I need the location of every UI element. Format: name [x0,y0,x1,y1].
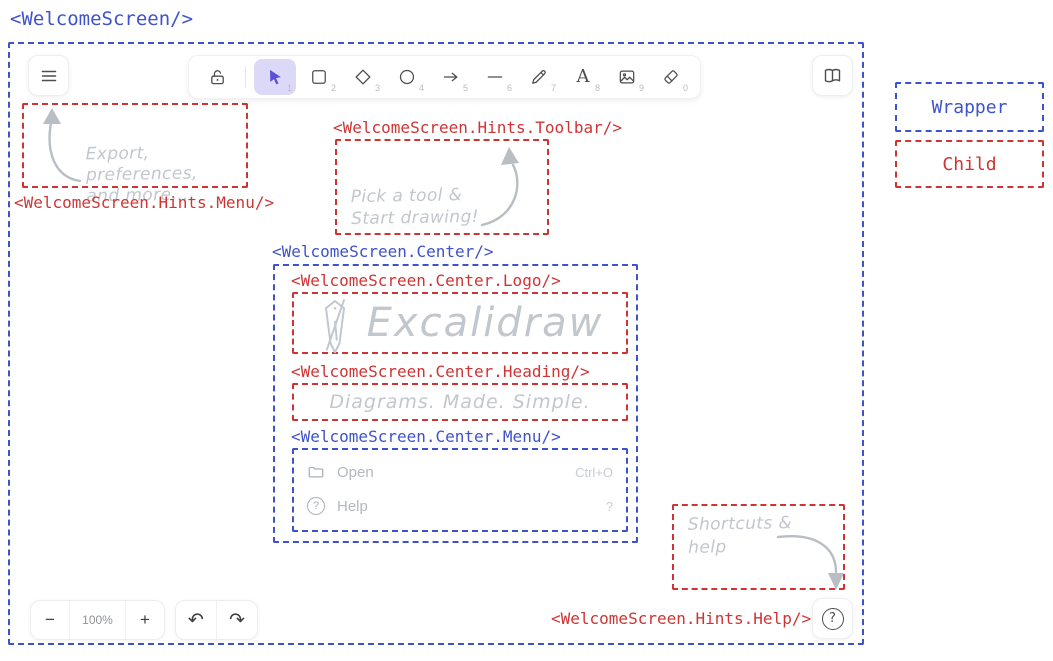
tool-number: 6 [507,83,512,93]
question-circle-icon: ? [822,608,844,630]
history-controls: ↶ ↷ [175,600,258,640]
text-tool-button[interactable]: A 8 [562,59,604,95]
hamburger-icon [39,66,59,86]
tool-number: 7 [551,83,556,93]
folder-icon [307,463,325,481]
center-wrapper-frame: <WelcomeScreen.Center.Logo/> Excalidraw … [273,264,638,543]
center-menu-item-open[interactable]: Open Ctrl+O [294,459,626,485]
tool-number: 8 [595,83,600,93]
undo-button[interactable]: ↶ [176,601,216,639]
hint-help-box: Shortcuts & help [672,504,845,590]
hint-menu-box: Export, preferences, and more... [22,103,248,188]
menu-item-label: Open [337,464,374,481]
center-logo-label: <WelcomeScreen.Center.Logo/> [291,271,561,290]
selection-cursor-icon [265,67,285,87]
toolbar: 1 2 3 4 5 [188,55,701,99]
lock-tool-button[interactable] [197,59,237,95]
page-title: <WelcomeScreen/> [10,8,193,30]
tool-number: 1 [287,83,292,93]
center-heading-text: Diagrams. Made. Simple. [329,391,590,413]
legend-child-text: Child [942,154,996,175]
hint-help-label: <WelcomeScreen.Hints.Help/> [551,609,811,628]
redo-icon: ↷ [229,609,245,632]
toolbar-divider [245,66,246,88]
center-heading-box: Diagrams. Made. Simple. [292,383,628,421]
zoom-in-button[interactable]: + [126,601,164,639]
center-menu-label: <WelcomeScreen.Center.Menu/> [291,427,561,446]
redo-button[interactable]: ↷ [217,601,257,639]
selection-tool-button[interactable]: 1 [254,59,296,95]
ellipse-icon [397,67,417,87]
tool-number: 3 [375,83,380,93]
tool-number: 2 [331,83,336,93]
center-menu-item-help[interactable]: ? Help ? [294,493,626,519]
tool-number: 4 [419,83,424,93]
help-circle-icon: ? [307,497,325,515]
page: <WelcomeScreen/> [0,0,1053,661]
draw-tool-button[interactable]: 7 [518,59,560,95]
image-tool-button[interactable]: 9 [606,59,648,95]
zoom-controls: − 100% + [30,600,165,640]
legend-child-box: Child [895,140,1044,188]
tool-number: 5 [463,83,468,93]
tool-number: 9 [639,83,644,93]
legend-wrapper-box: Wrapper [895,82,1044,132]
line-tool-button[interactable]: 6 [474,59,516,95]
center-logo-box: Excalidraw [292,292,628,354]
eraser-icon [661,67,681,87]
eraser-tool-button[interactable]: 0 [650,59,692,95]
arrow-tool-button[interactable]: 5 [430,59,472,95]
zoom-out-button[interactable]: − [31,601,69,639]
lock-icon [207,67,228,88]
ellipse-tool-button[interactable]: 4 [386,59,428,95]
hint-toolbar-label: <WelcomeScreen.Hints.Toolbar/> [333,118,622,137]
hint-help-text: Shortcuts & help [688,512,793,560]
arrow-icon [441,67,461,87]
rectangle-icon [309,67,329,87]
help-button[interactable]: ? [812,598,853,639]
diamond-icon [353,67,373,87]
rectangle-tool-button[interactable]: 2 [298,59,340,95]
diamond-tool-button[interactable]: 3 [342,59,384,95]
excalidraw-pen-icon [317,297,353,359]
hint-toolbar-text: Pick a tool & Start drawing! [351,184,479,230]
hint-menu-label: <WelcomeScreen.Hints.Menu/> [14,193,274,212]
main-menu-button[interactable] [28,55,69,96]
pencil-icon [529,67,549,87]
menu-item-shortcut: Ctrl+O [575,465,613,480]
image-icon [617,67,637,87]
menu-item-shortcut: ? [606,499,613,514]
book-icon [822,65,843,86]
excalidraw-logo-text: Excalidraw [367,300,604,346]
zoom-level[interactable]: 100% [70,601,125,639]
text-icon: A [577,68,590,86]
center-heading-label: <WelcomeScreen.Center.Heading/> [291,362,590,381]
library-button[interactable] [812,55,853,96]
undo-icon: ↶ [188,609,204,632]
line-icon [485,67,505,87]
center-menu-box: Open Ctrl+O ? Help ? [292,448,628,532]
menu-item-label: Help [337,498,368,515]
hint-toolbar-box: Pick a tool & Start drawing! [335,139,549,235]
legend-wrapper-text: Wrapper [932,97,1008,118]
tool-number: 0 [683,83,688,93]
center-label: <WelcomeScreen.Center/> [272,242,494,261]
